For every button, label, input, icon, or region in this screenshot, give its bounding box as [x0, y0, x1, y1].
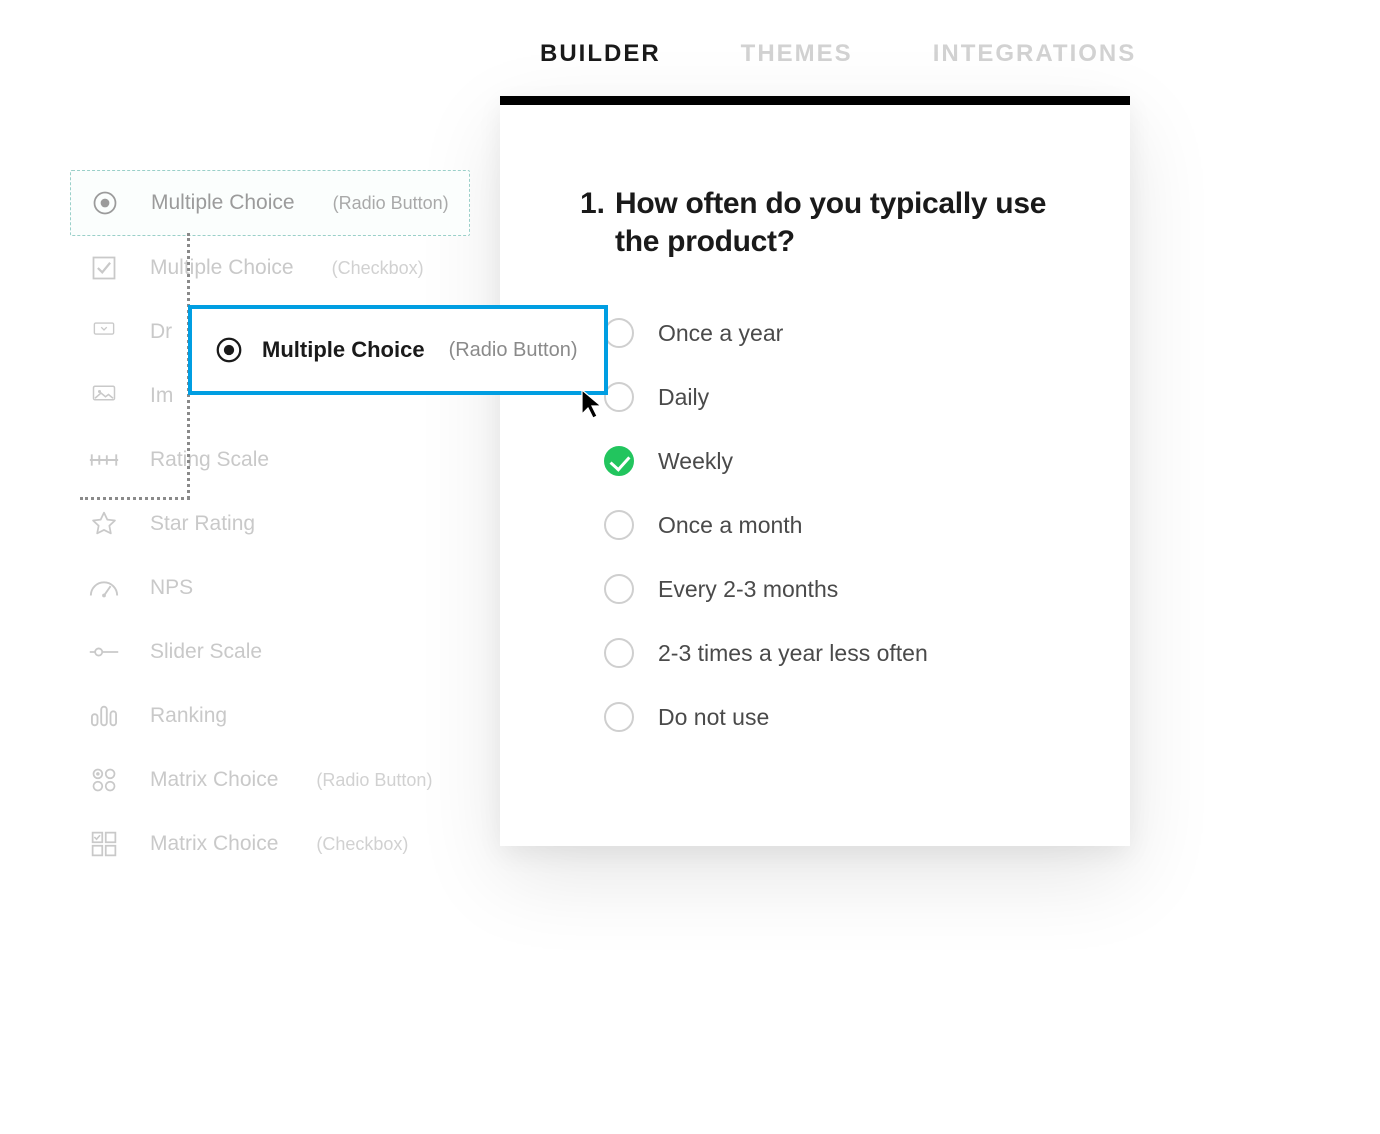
option-label: Daily — [658, 384, 709, 411]
qtype-sublabel: (Checkbox) — [316, 834, 408, 855]
qtype-label: NPS — [150, 576, 193, 600]
qtype-star-rating[interactable]: Star Rating — [70, 492, 470, 556]
qtype-label: Star Rating — [150, 512, 255, 536]
qtype-label: Slider Scale — [150, 640, 262, 664]
option-row[interactable]: Every 2-3 months — [604, 574, 1050, 604]
option-label: Once a month — [658, 512, 802, 539]
qtype-label: Matrix Choice — [150, 768, 278, 792]
qtype-sublabel: (Radio Button) — [316, 770, 432, 791]
question-heading: 1. How often do you typically use the pr… — [580, 185, 1050, 260]
radio-icon[interactable] — [604, 638, 634, 668]
tab-themes[interactable]: THEMES — [741, 40, 853, 68]
qtype-multiple-choice-checkbox[interactable]: Multiple Choice (Checkbox) — [70, 236, 470, 300]
option-row[interactable]: Do not use — [604, 702, 1050, 732]
radio-icon[interactable] — [604, 702, 634, 732]
option-label: Weekly — [658, 448, 733, 475]
nps-icon — [88, 572, 120, 604]
slider-icon — [88, 636, 120, 668]
radio-icon[interactable] — [604, 510, 634, 540]
qtype-nps[interactable]: NPS — [70, 556, 470, 620]
question-number: 1. — [580, 185, 605, 260]
qtype-sublabel: (Radio Button) — [333, 193, 449, 214]
rating-icon — [88, 444, 120, 476]
option-row[interactable]: Once a month — [604, 510, 1050, 540]
image-icon — [88, 380, 120, 412]
option-label: Once a year — [658, 320, 783, 347]
tab-integrations[interactable]: INTEGRATIONS — [933, 40, 1137, 68]
radio-icon — [214, 335, 244, 365]
option-row[interactable]: Daily — [604, 382, 1050, 412]
drag-chip-label: Multiple Choice — [262, 337, 425, 363]
drag-guide-horizontal — [80, 497, 190, 500]
option-row[interactable]: Weekly — [604, 446, 1050, 476]
checkbox-icon — [88, 252, 120, 284]
qtype-label: Dr — [150, 320, 172, 344]
matrix-check-icon — [88, 828, 120, 860]
qtype-ranking[interactable]: Ranking — [70, 684, 470, 748]
drag-chip-multiple-choice[interactable]: Multiple Choice (Radio Button) — [188, 305, 608, 395]
builder-tabs: BUILDER THEMES INTEGRATIONS — [500, 20, 1130, 92]
question-type-sidebar: Multiple Choice (Radio Button) Multiple … — [70, 170, 470, 876]
survey-preview-panel: 1. How often do you typically use the pr… — [500, 96, 1130, 846]
tab-builder[interactable]: BUILDER — [540, 40, 661, 68]
drag-chip-sublabel: (Radio Button) — [449, 339, 578, 362]
radio-icon[interactable] — [604, 382, 634, 412]
option-row[interactable]: Once a year — [604, 318, 1050, 348]
qtype-label: Multiple Choice — [150, 256, 294, 280]
radio-icon[interactable] — [604, 318, 634, 348]
ranking-icon — [88, 700, 120, 732]
option-label: Do not use — [658, 704, 769, 731]
qtype-label: Im — [150, 384, 173, 408]
dropdown-icon — [88, 316, 120, 348]
qtype-label: Multiple Choice — [151, 191, 295, 215]
option-label: Every 2-3 months — [658, 576, 838, 603]
qtype-label: Matrix Choice — [150, 832, 278, 856]
question-text: How often do you typically use the produ… — [615, 185, 1050, 260]
radio-icon-selected[interactable] — [604, 446, 634, 476]
qtype-label: Ranking — [150, 704, 227, 728]
qtype-multiple-choice-radio[interactable]: Multiple Choice (Radio Button) — [70, 170, 470, 236]
matrix-radio-icon — [88, 764, 120, 796]
option-row[interactable]: 2-3 times a year less often — [604, 638, 1050, 668]
qtype-rating-scale[interactable]: Rating Scale — [70, 428, 470, 492]
radio-icon — [89, 187, 121, 219]
radio-icon[interactable] — [604, 574, 634, 604]
qtype-sublabel: (Checkbox) — [332, 258, 424, 279]
qtype-matrix-radio[interactable]: Matrix Choice (Radio Button) — [70, 748, 470, 812]
qtype-matrix-checkbox[interactable]: Matrix Choice (Checkbox) — [70, 812, 470, 876]
option-label: 2-3 times a year less often — [658, 640, 928, 667]
qtype-slider-scale[interactable]: Slider Scale — [70, 620, 470, 684]
question-options: Once a year Daily Weekly Once a month Ev… — [604, 318, 1050, 732]
star-icon — [88, 508, 120, 540]
qtype-label: Rating Scale — [150, 448, 269, 472]
